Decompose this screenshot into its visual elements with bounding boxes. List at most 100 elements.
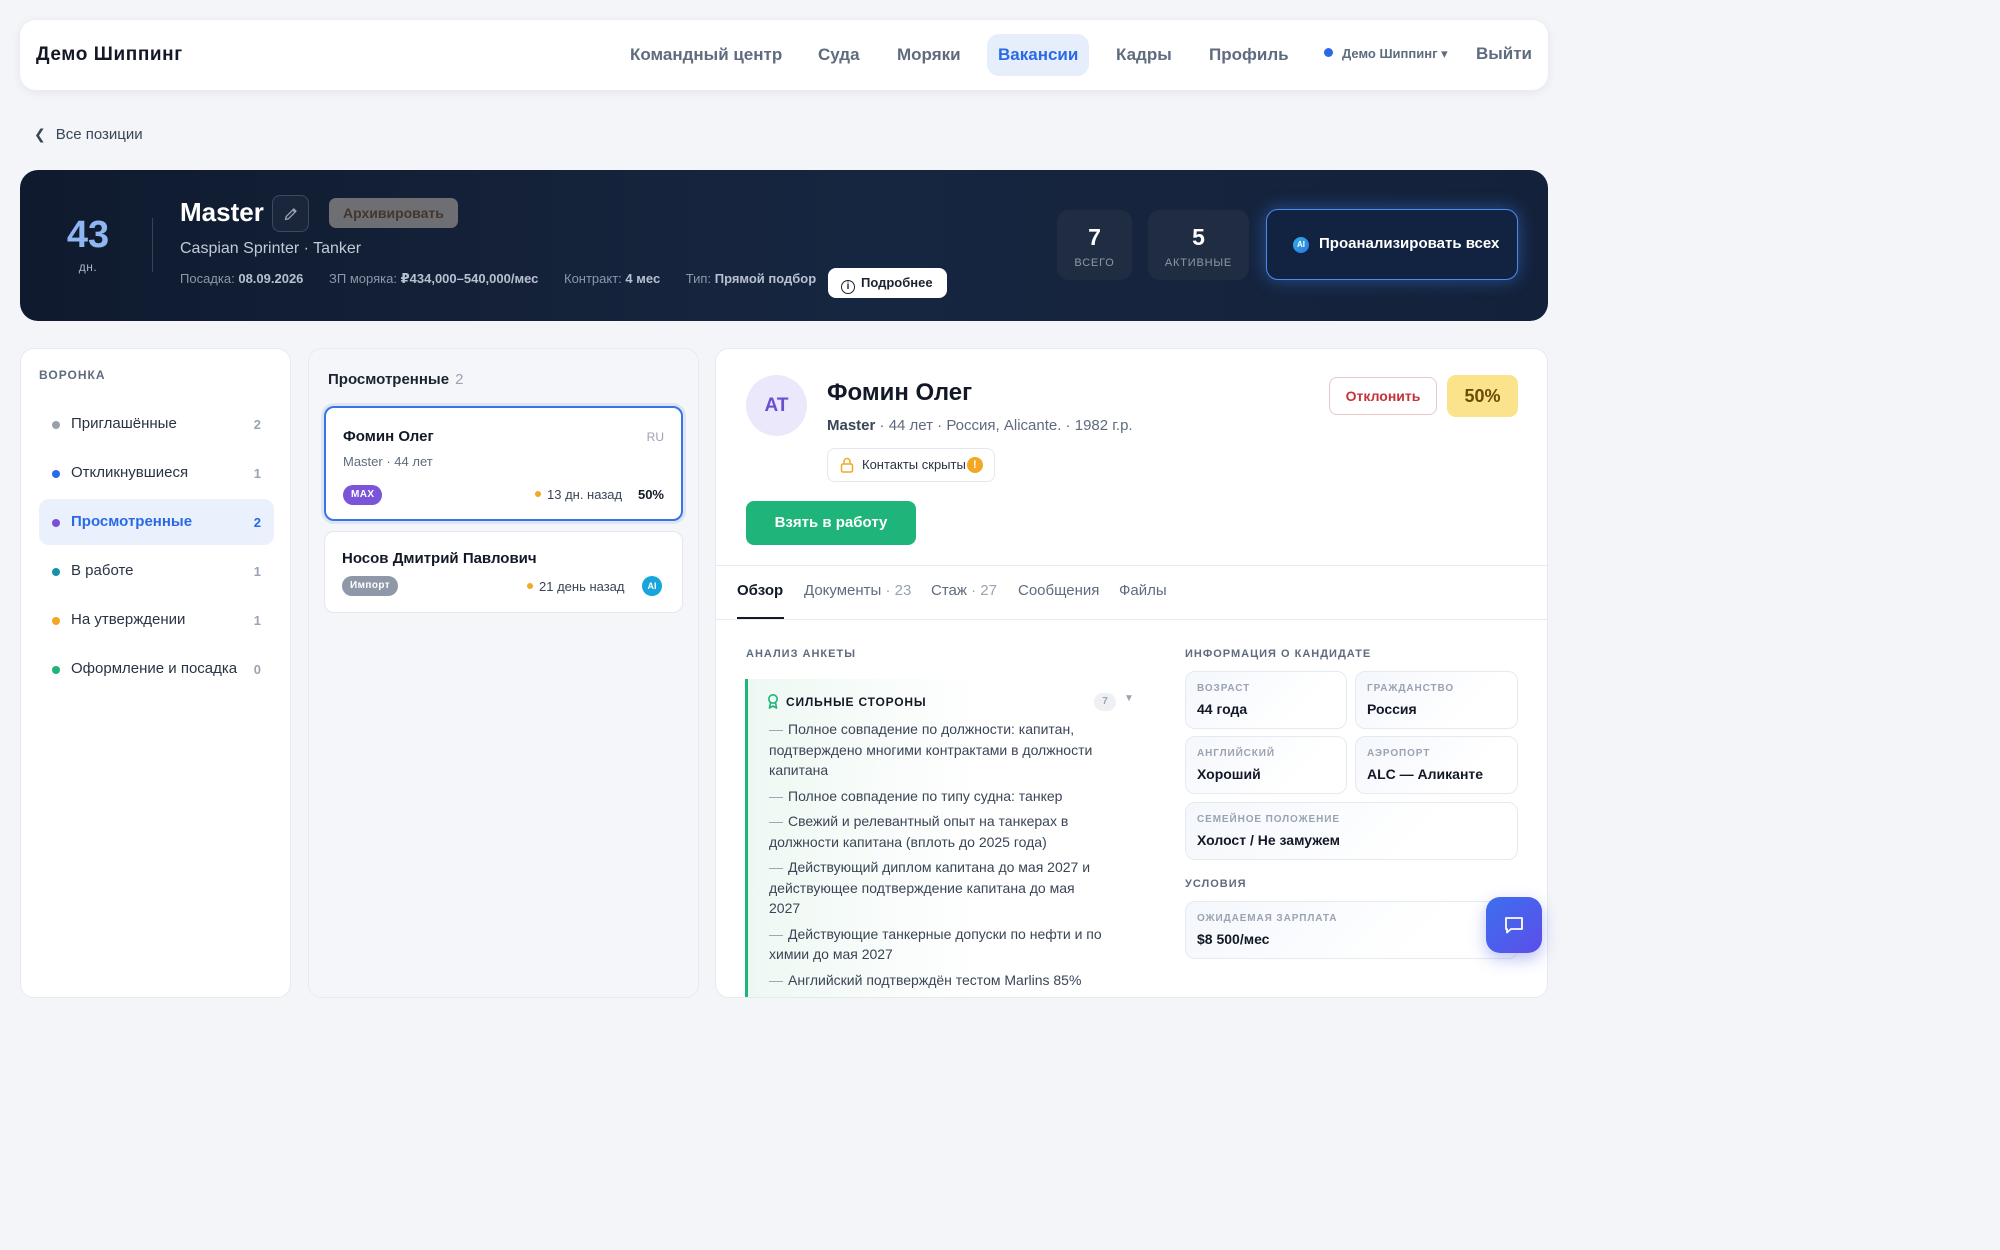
divider <box>716 619 1547 620</box>
stage-dot-icon <box>52 666 60 674</box>
days-open-label: дн. <box>78 260 98 274</box>
stage-dot-icon <box>52 519 60 527</box>
funnel-panel: ВОРОНКА Приглашённые 2 Откликнувшиеся 1 Прос… <box>20 348 291 998</box>
funnel-stage[interactable]: Оформление и посадка 0 <box>39 646 274 692</box>
contacts-hidden-chip[interactable]: Контакты скрыты ! <box>827 448 995 482</box>
nav-seafarers[interactable]: Моряки <box>886 34 972 76</box>
info-age: ВОЗРАСТ 44 года <box>1185 671 1347 729</box>
tab-experience[interactable]: Стаж · 27 <box>931 582 997 599</box>
candidate-detail-panel: AT Фомин Олег Master · 44 лет · Россия, … <box>715 348 1548 998</box>
nav-vacancies[interactable]: Вакансии <box>987 34 1090 76</box>
chat-icon <box>1505 917 1523 934</box>
chevron-down-icon[interactable]: ▼ <box>1124 693 1134 704</box>
strength-item: — Английский подтверждён тестом Marlins 8… <box>769 971 1082 988</box>
stage-label: На утверждении <box>71 611 186 628</box>
stage-count: 2 <box>253 515 261 530</box>
nav-command-center[interactable]: Командный центр <box>619 34 793 76</box>
archive-button[interactable]: Архивировать <box>329 198 458 228</box>
strengths-list: — Полное совпадение по должности: капитан… <box>769 719 1104 995</box>
ai-icon: AI <box>1293 237 1309 253</box>
list-title: Просмотренные 2 <box>328 371 464 388</box>
candidate-full-name: Фомин Олег <box>827 379 973 406</box>
edit-vacancy-button[interactable] <box>272 195 309 232</box>
tab-overview[interactable]: Обзор <box>737 582 783 599</box>
candidate-name: Носов Дмитрий Павлович <box>342 550 537 567</box>
candidate-card-fomin[interactable]: Фомин Олег RU Master · 44 лет MAX 13 дн.… <box>324 406 683 521</box>
funnel-stage[interactable]: Откликнувшиеся 1 <box>39 450 274 496</box>
analysis-title: АНАЛИЗ АНКЕТЫ <box>746 648 856 660</box>
strength-item: — Действующий диплом капитана до мая 2027… <box>769 859 1091 916</box>
nav-vessels[interactable]: Суда <box>807 34 871 76</box>
details-button[interactable]: i Подробнее <box>828 268 947 298</box>
funnel-stage[interactable]: В работе 1 <box>39 548 274 594</box>
strengths-title: СИЛЬНЫЕ СТОРОНЫ <box>766 693 926 709</box>
meta-boarding: Посадка: 08.09.2026 <box>180 271 304 286</box>
funnel-stage[interactable]: Просмотренные 2 <box>39 499 274 545</box>
stage-label: Оформление и посадка <box>71 660 238 677</box>
candidate-score: 50% <box>637 487 664 502</box>
divider <box>716 565 1547 566</box>
info-english: АНГЛИЙСКИЙ Хороший <box>1185 736 1347 794</box>
candidate-time-ago: 13 дн. назад <box>535 487 622 502</box>
candidate-card-nosov[interactable]: Носов Дмитрий Павлович Импорт 21 день на… <box>324 531 683 613</box>
candidate-list-panel: Просмотренные 2 Фомин Олег RU Master · 44… <box>308 348 699 998</box>
stage-label: Приглашённые <box>71 415 177 432</box>
nav-profile[interactable]: Профиль <box>1198 34 1300 76</box>
stage-label: Откликнувшиеся <box>71 464 189 481</box>
analyze-all-button[interactable]: AI Проанализировать всех <box>1266 209 1518 280</box>
divider <box>152 218 153 272</box>
stage-dot-icon <box>52 421 60 429</box>
logout-link[interactable]: Выйти <box>1476 44 1532 64</box>
stat-total: 7 ВСЕГО <box>1057 210 1132 280</box>
meta-type: Тип: Прямой подбор <box>685 271 817 286</box>
candidate-time-ago: 21 день назад <box>527 579 625 594</box>
strength-item: — Полное совпадение по должности: капитан… <box>769 721 1093 778</box>
funnel-title: ВОРОНКА <box>39 368 106 382</box>
info-citizenship: ГРАЖДАНСТВО Россия <box>1355 671 1518 729</box>
candidate-subtitle: Master · 44 лет <box>343 454 433 469</box>
strengths-count: 7 <box>1094 693 1116 711</box>
chat-button[interactable] <box>1486 897 1542 953</box>
source-badge-import: Импорт <box>342 576 399 596</box>
info-title: ИНФОРМАЦИЯ О КАНДИДАТЕ <box>1185 648 1372 660</box>
brand-name[interactable]: Демо Шиппинг <box>36 44 183 66</box>
source-badge-max: MAX <box>343 485 383 505</box>
strength-item: — Свежий и релевантный опыт на танкерах в… <box>769 813 1069 850</box>
reject-button[interactable]: Отклонить <box>1329 377 1437 415</box>
top-nav: Демо Шиппинг Командный центр Суда Моряки… <box>20 20 1548 90</box>
stage-count: 1 <box>253 613 261 628</box>
tab-messages[interactable]: Сообщения <box>1018 582 1099 599</box>
stage-dot-icon <box>52 617 60 625</box>
chevron-left-icon: ❮ <box>34 126 46 142</box>
back-to-positions[interactable]: ❮ Все позиции <box>34 126 143 143</box>
tab-documents[interactable]: Документы · 23 <box>804 582 911 599</box>
candidate-summary: Master · 44 лет · Россия, Alicante. · 19… <box>827 417 1133 434</box>
days-open-number: 43 <box>66 214 110 256</box>
meta-contract: Контракт: 4 мес <box>564 271 661 286</box>
conditions-title: УСЛОВИЯ <box>1185 878 1247 890</box>
funnel-stage[interactable]: Приглашённые 2 <box>39 401 274 447</box>
strength-item: — Действующие танкерные допуски по нефти … <box>769 925 1102 963</box>
stage-dot-icon <box>52 470 60 478</box>
company-dot-icon <box>1324 48 1333 57</box>
status-dot-icon <box>527 583 533 589</box>
ai-icon: AI <box>642 576 662 596</box>
stage-label: Просмотренные <box>71 513 193 530</box>
company-switcher[interactable]: Демо Шиппинг ▾ <box>1324 46 1448 62</box>
back-label: Все позиции <box>55 126 143 143</box>
stat-active: 5 АКТИВНЫЕ <box>1148 210 1249 280</box>
tab-files[interactable]: Файлы <box>1119 582 1167 599</box>
take-to-work-button[interactable]: Взять в работу <box>746 501 916 545</box>
award-icon <box>768 694 778 709</box>
vacancy-header: 43 дн. Master Архивировать Caspian Sprin… <box>20 170 1548 321</box>
funnel-stage[interactable]: На утверждении 1 <box>39 597 274 643</box>
nav-staff[interactable]: Кадры <box>1105 34 1183 76</box>
info-icon: i <box>841 280 855 294</box>
warning-icon: ! <box>966 457 983 473</box>
pencil-icon <box>284 208 297 221</box>
stage-count: 1 <box>253 466 261 481</box>
vacancy-title: Master <box>180 197 264 227</box>
stage-count: 1 <box>253 564 261 579</box>
match-score-badge: 50% <box>1447 375 1518 417</box>
company-name: Демо Шиппинг ▾ <box>1342 46 1448 61</box>
